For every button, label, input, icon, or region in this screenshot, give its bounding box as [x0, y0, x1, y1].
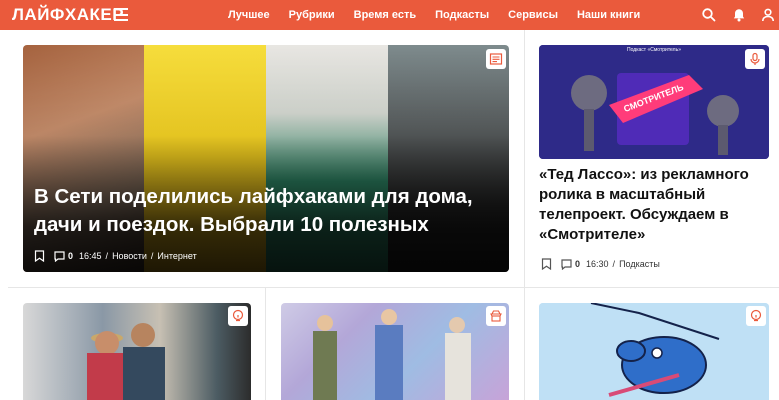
main-nav: Лучшее Рубрики Время есть Подкасты Серви…: [228, 0, 640, 30]
main-article-card[interactable]: В Сети поделились лайфхаками для дома, д…: [23, 45, 509, 272]
photo-people: [87, 323, 165, 400]
user-icon[interactable]: [760, 7, 776, 23]
frog-illustration: [539, 303, 769, 400]
meta-separator: /: [105, 251, 109, 261]
side-article-title[interactable]: «Тед Лассо»: из рекламного ролика в масш…: [539, 165, 764, 245]
divider: [524, 30, 525, 287]
main-article-meta: 0 16:45 / Новости / Интернет: [34, 248, 197, 264]
side-article-image[interactable]: Подкаст «Смотритель» СМОТРИТЕЛЬ: [539, 45, 769, 159]
site-logo[interactable]: ЛАЙФХАКЕР: [12, 5, 124, 25]
comment-icon[interactable]: [54, 250, 65, 262]
nav-item-books[interactable]: Наши книги: [577, 9, 640, 21]
meta-separator: /: [612, 259, 616, 269]
photo-models: [313, 309, 471, 400]
brain-icon: [746, 306, 766, 326]
article-category[interactable]: Подкасты: [619, 259, 660, 269]
nav-item-services[interactable]: Сервисы: [508, 9, 558, 21]
nav-item-podcasts[interactable]: Подкасты: [435, 9, 489, 21]
top-header: ЛАЙФХАКЕР Лучшее Рубрики Время есть Подк…: [0, 0, 779, 30]
divider: [265, 288, 266, 400]
article-card-image[interactable]: [23, 303, 251, 400]
comment-count: 0: [68, 251, 74, 261]
podcast-cover-caption: Подкаст «Смотритель»: [627, 47, 681, 53]
search-icon[interactable]: [701, 7, 717, 23]
comment-icon[interactable]: [561, 258, 572, 270]
divider: [8, 287, 779, 288]
nav-item-rubrics[interactable]: Рубрики: [289, 9, 335, 21]
menu-icon[interactable]: [114, 8, 128, 21]
brain-icon: [228, 306, 248, 326]
meta-separator: /: [150, 251, 154, 261]
article-card-image[interactable]: [281, 303, 509, 400]
left-edge: [0, 30, 8, 400]
nav-item-best[interactable]: Лучшее: [228, 9, 270, 21]
article-time: 16:30: [586, 259, 609, 269]
microphone-icon: [745, 49, 765, 69]
main-article-title[interactable]: В Сети поделились лайфхаками для дома, д…: [34, 183, 504, 239]
article-subcategory[interactable]: Интернет: [157, 251, 196, 261]
comment-count: 0: [575, 259, 581, 269]
article-card-image[interactable]: [539, 303, 769, 400]
divider: [524, 288, 525, 400]
article-time: 16:45: [79, 251, 102, 261]
side-article-meta: 0 16:30 / Подкасты: [541, 258, 660, 270]
article-category[interactable]: Новости: [112, 251, 147, 261]
shop-icon: [486, 306, 506, 326]
article-icon: [486, 49, 506, 69]
bookmark-icon[interactable]: [541, 258, 552, 270]
bell-icon[interactable]: [731, 7, 747, 23]
nav-item-time[interactable]: Время есть: [354, 9, 417, 21]
bookmark-icon[interactable]: [34, 250, 45, 262]
